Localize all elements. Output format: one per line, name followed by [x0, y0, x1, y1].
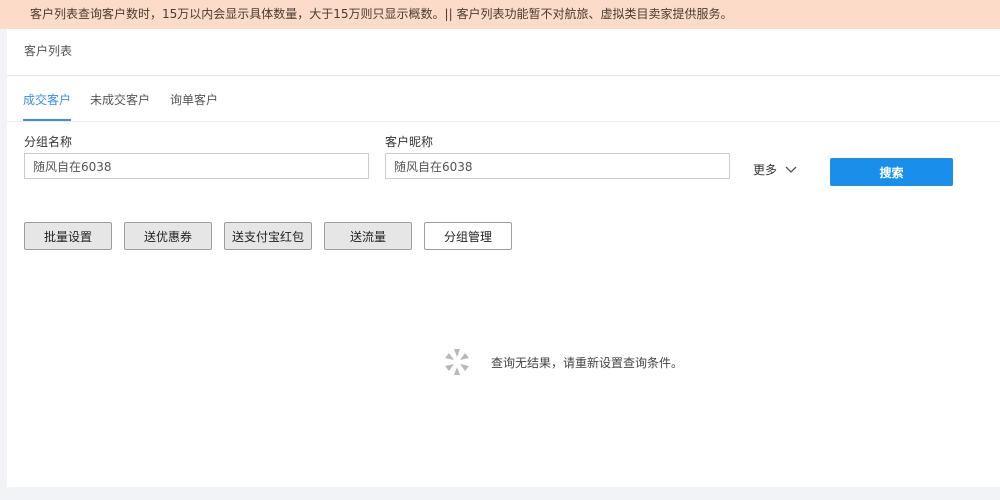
empty-state: 查询无结果，请重新设置查询条件。	[443, 347, 683, 377]
loading-spinner-icon	[445, 349, 469, 375]
search-button[interactable]: 搜索	[830, 158, 953, 186]
send-coupon-button[interactable]: 送优惠券	[124, 222, 212, 250]
more-filters-toggle[interactable]: 更多	[753, 161, 797, 178]
more-filters-label: 更多	[753, 163, 778, 177]
notice-text: 客户列表查询客户数时，15万以内会显示具体数量，大于15万则只显示概数。|| 客…	[30, 7, 733, 21]
nickname-input[interactable]	[385, 153, 730, 179]
customer-list-panel: 客户列表 成交客户 未成交客户 询单客户 分组名称 客户昵称 更多 搜索 批量设…	[7, 29, 1000, 487]
page-bottom-strip	[0, 487, 1000, 500]
group-name-label: 分组名称	[24, 135, 73, 149]
customer-tabs: 成交客户 未成交客户 询单客户	[7, 76, 1000, 122]
notice-banner: 客户列表查询客户数时，15万以内会显示具体数量，大于15万则只显示概数。|| 客…	[0, 0, 1000, 29]
send-alipay-red-packet-button[interactable]: 送支付宝红包	[224, 222, 312, 250]
nickname-label: 客户昵称	[385, 135, 434, 149]
panel-title: 客户列表	[24, 44, 73, 58]
empty-state-message: 查询无结果，请重新设置查询条件。	[491, 355, 684, 370]
batch-settings-button[interactable]: 批量设置	[24, 222, 112, 250]
group-management-button[interactable]: 分组管理	[424, 222, 512, 250]
chevron-down-icon	[785, 166, 797, 173]
tab-deal-customers[interactable]: 成交客户	[23, 91, 72, 121]
customer-list-page: 客户列表查询客户数时，15万以内会显示具体数量，大于15万则只显示概数。|| 客…	[0, 0, 1000, 500]
tab-inquiry-customers[interactable]: 询单客户	[170, 91, 218, 120]
send-data-traffic-button[interactable]: 送流量	[324, 222, 412, 250]
tab-no-deal-customers[interactable]: 未成交客户	[90, 91, 150, 120]
group-name-input[interactable]	[24, 153, 369, 179]
